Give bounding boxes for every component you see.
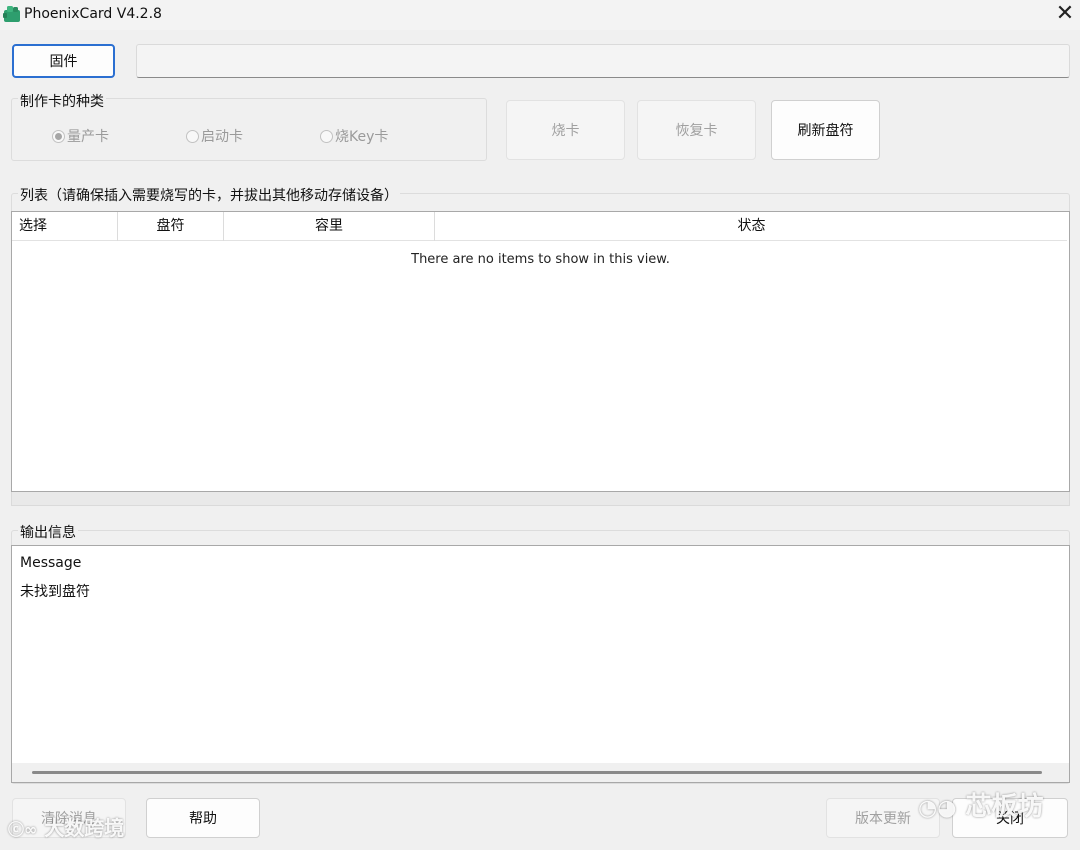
column-select[interactable]: 选择 (12, 212, 118, 241)
radio-production-card[interactable]: 量产卡 (52, 126, 109, 146)
app-icon (2, 4, 22, 24)
column-drive[interactable]: 盘符 (118, 212, 224, 241)
restore-card-button[interactable]: 恢复卡 (637, 100, 756, 160)
watermark-left-text: 大数跨境 (44, 816, 125, 840)
radio-label: 烧Key卡 (335, 129, 389, 145)
radio-unchecked-icon (320, 129, 333, 143)
radio-checked-icon (52, 129, 65, 143)
output-horizontal-scrollbar[interactable] (12, 763, 1069, 782)
card-type-legend: 制作卡的种类 (18, 91, 106, 111)
output-line: Message (20, 555, 82, 571)
column-capacity[interactable]: 容里 (224, 212, 435, 241)
watermark-left: ⓒ∞ 大数跨境 (8, 812, 124, 841)
radio-key-card[interactable]: 烧Key卡 (320, 126, 388, 146)
radio-boot-card[interactable]: 启动卡 (186, 126, 243, 146)
watermark-right-text: 芯板坊 (965, 792, 1044, 822)
list-legend: 列表（请确保插入需要烧写的卡，并拔出其他移动存储设备） (18, 185, 400, 205)
scrollbar-thumb[interactable] (32, 771, 1042, 774)
title-bar: PhoenixCard V4.2.8 ✕ (0, 0, 1080, 30)
output-line: 未找到盘符 (20, 584, 90, 600)
firmware-path-field[interactable] (136, 44, 1070, 78)
wechat-icon: ◔◕ (918, 796, 957, 821)
device-list[interactable]: 选择 盘符 容里 状态 There are no items to show i… (11, 211, 1070, 492)
output-legend: 输出信息 (18, 522, 78, 542)
help-button[interactable]: 帮助 (146, 798, 260, 838)
list-horizontal-scrollbar[interactable] (11, 492, 1070, 506)
refresh-drives-button[interactable]: 刷新盘符 (771, 100, 880, 160)
list-empty-message: There are no items to show in this view. (411, 252, 670, 267)
column-status[interactable]: 状态 (435, 212, 1068, 241)
watermark-right: ◔◕ 芯板坊 (918, 786, 1043, 823)
window-title: PhoenixCard V4.2.8 (24, 6, 162, 22)
radio-unchecked-icon (186, 129, 199, 143)
close-icon[interactable]: ✕ (1052, 2, 1078, 28)
output-log[interactable]: Message 未找到盘符 (11, 545, 1070, 783)
burn-card-button[interactable]: 烧卡 (506, 100, 625, 160)
watermark-logo-icon: ⓒ∞ (8, 820, 38, 839)
radio-label: 量产卡 (67, 129, 109, 145)
list-header: 选择 盘符 容里 状态 (12, 212, 1067, 241)
radio-label: 启动卡 (201, 129, 243, 145)
firmware-button[interactable]: 固件 (12, 44, 115, 78)
